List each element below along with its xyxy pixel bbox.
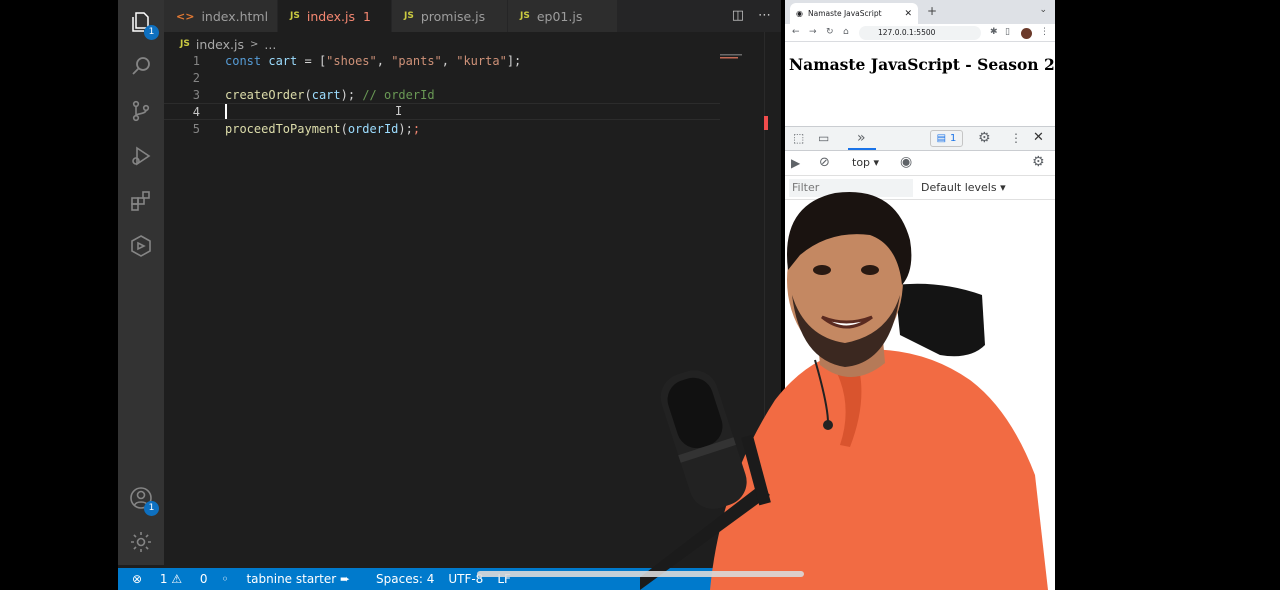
browser-tab-title: Namaste JavaScript	[807, 9, 882, 18]
device-toolbar-icon[interactable]: ▭	[818, 131, 829, 145]
breadcrumb: JS index.js > ...	[180, 35, 276, 53]
explorer-badge: 1	[144, 25, 159, 40]
remote-explorer-icon[interactable]	[127, 232, 155, 260]
tab-index-js[interactable]: JS index.js 1	[278, 0, 392, 32]
extensions-icon[interactable]	[127, 187, 155, 215]
profile-avatar[interactable]	[1021, 28, 1032, 39]
tabnine-status[interactable]: ◦ tabnine starter ➨	[222, 572, 350, 586]
source-control-icon[interactable]	[127, 97, 155, 125]
js-file-icon: JS	[180, 39, 190, 49]
console-toolbar: ▶ ⊘ top ▾ ◉ ⚙	[785, 151, 1055, 176]
split-editor-icon[interactable]: ◫	[732, 8, 744, 23]
tab-label: index.js	[306, 8, 356, 24]
tab-actions: ◫ ⋯	[732, 8, 771, 23]
js-file-icon: JS	[290, 11, 300, 21]
js-file-icon: JS	[404, 11, 414, 21]
sidebar-toggle-icon[interactable]: ▶	[791, 156, 800, 170]
devtools-menu-icon[interactable]: ⋮	[1010, 131, 1022, 145]
more-actions-icon[interactable]: ⋯	[758, 8, 771, 23]
back-icon[interactable]: ←	[792, 27, 800, 37]
code-text: createOrder(cart); // orderId	[225, 87, 435, 102]
console-settings-icon[interactable]: ⚙	[1032, 154, 1045, 170]
close-tab-icon[interactable]: ✕	[904, 9, 912, 19]
account-icon[interactable]: 1	[127, 484, 159, 516]
forward-icon[interactable]: →	[809, 27, 817, 37]
code-line: 5 proceedToPayment(orderId);;	[164, 120, 724, 137]
devtools-toolbar: ⬚ ▭ » ▤ 1 ⚙ ⋮ ✕	[785, 127, 1055, 151]
activity-bar: 1 1	[118, 0, 164, 565]
settings-gear-icon[interactable]	[127, 528, 155, 556]
active-tab-indicator	[848, 148, 876, 150]
tab-index-html[interactable]: <> index.html	[164, 0, 278, 32]
page-heading: Namaste JavaScript - Season 2	[789, 55, 1055, 74]
video-progress-bar[interactable]	[477, 571, 804, 577]
left-eye	[813, 265, 831, 275]
web-page: Namaste JavaScript - Season 2	[785, 43, 1055, 126]
code-text: proceedToPayment(orderId);;	[225, 121, 421, 136]
code-line: 2	[164, 69, 724, 86]
browser-tab-bar: ◉ Namaste JavaScript ✕ + ⌄	[785, 0, 1055, 24]
tab-search-icon[interactable]: ⌄	[1039, 5, 1047, 15]
tab-error-count: 1	[363, 8, 371, 24]
code-line: 3 createOrder(cart); // orderId	[164, 86, 724, 103]
line-number: 1	[192, 53, 200, 68]
settings-gear-icon[interactable]: ⚙	[978, 130, 991, 146]
line-number: 3	[192, 87, 200, 102]
tab-label: promise.js	[420, 8, 486, 24]
account-badge: 1	[144, 501, 159, 516]
extensions-icon[interactable]: ✱	[990, 27, 998, 37]
live-expression-eye-icon[interactable]: ◉	[900, 154, 912, 170]
clear-console-icon[interactable]: ⊘	[819, 155, 830, 170]
error-marker	[764, 116, 768, 130]
right-eye	[861, 265, 879, 275]
chevron-right-icon: >	[250, 38, 259, 50]
home-icon[interactable]: ⌂	[843, 27, 849, 37]
js-file-icon: JS	[520, 11, 530, 21]
chrome-menu-icon[interactable]: ⋮	[1040, 27, 1049, 37]
address-bar[interactable]: 127.0.0.1:5500	[859, 26, 981, 40]
code-text: const cart = ["shoes", "pants", "kurta"]…	[225, 53, 522, 68]
explorer-icon[interactable]: 1	[127, 8, 159, 40]
current-code-line: 4 I	[164, 103, 720, 120]
reload-icon[interactable]: ↻	[826, 27, 834, 37]
breadcrumb-file[interactable]: index.js	[196, 37, 244, 52]
line-number: 5	[192, 121, 200, 136]
pendant	[823, 420, 833, 430]
i-beam-cursor-icon: I	[395, 104, 403, 118]
close-devtools-icon[interactable]: ✕	[1033, 130, 1044, 145]
editor-tabs: <> index.html JS index.js 1 JS promise.j…	[164, 0, 781, 32]
more-tabs-icon[interactable]: »	[857, 130, 866, 146]
run-debug-icon[interactable]	[127, 142, 155, 170]
line-number: 2	[192, 70, 200, 85]
browser-toolbar: ← → ↻ ⌂ 127.0.0.1:5500 ✱ ▯ ⋮	[785, 24, 1055, 42]
sidebar-icon[interactable]: ▯	[1005, 27, 1010, 37]
globe-icon: ◉	[796, 9, 803, 18]
message-icon: ▤	[936, 133, 947, 144]
indentation-status[interactable]: Spaces: 4	[376, 572, 434, 586]
text-cursor	[225, 104, 227, 119]
tab-label: index.html	[201, 8, 269, 24]
code-line: 1 const cart = ["shoes", "pants", "kurta…	[164, 52, 724, 69]
html-file-icon: <>	[176, 9, 195, 23]
context-selector[interactable]: top ▾	[852, 156, 879, 169]
search-icon[interactable]	[127, 52, 155, 80]
presenter-webcam	[640, 191, 1048, 590]
tab-ep01-js[interactable]: JS ep01.js	[508, 0, 618, 32]
issues-counter[interactable]: ▤ 1	[930, 130, 963, 147]
inspect-element-icon[interactable]: ⬚	[793, 131, 804, 145]
new-tab-icon[interactable]: +	[927, 4, 937, 18]
problems-indicator[interactable]: ⊗ 1 ⚠ 0	[132, 572, 208, 586]
line-number: 4	[192, 104, 200, 119]
browser-tab[interactable]: ◉ Namaste JavaScript ✕	[790, 3, 918, 24]
chair	[895, 283, 985, 357]
tab-promise-js[interactable]: JS promise.js	[392, 0, 508, 32]
microphone	[660, 370, 747, 509]
breadcrumb-more[interactable]: ...	[264, 37, 276, 52]
tab-label: ep01.js	[536, 8, 583, 24]
